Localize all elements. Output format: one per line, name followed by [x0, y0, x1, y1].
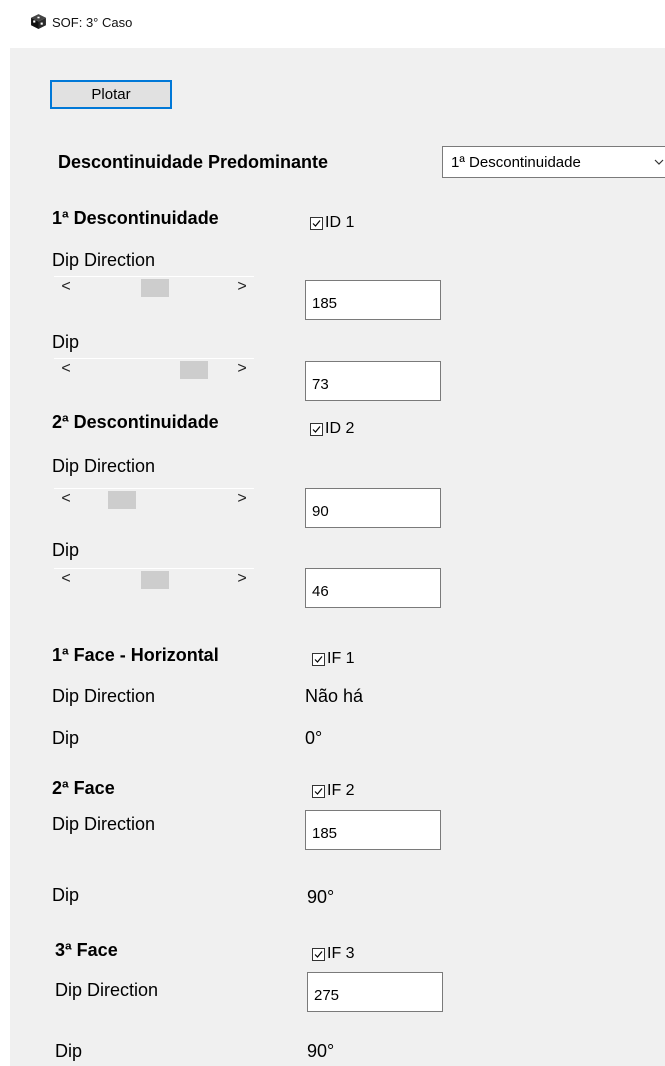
checkbox-box — [310, 216, 323, 230]
face-1-heading: 1ª Face - Horizontal — [52, 645, 219, 665]
scroll-left-icon[interactable]: < — [56, 569, 76, 589]
f3-dip-label: Dip — [55, 1041, 83, 1061]
face-3-heading: 3ª Face — [55, 940, 118, 960]
f3-dipdir-input[interactable]: 275 — [307, 972, 443, 1012]
chevron-down-icon — [654, 159, 664, 165]
check-icon — [312, 425, 321, 433]
scroll-thumb[interactable] — [179, 361, 208, 379]
f2-dipdir-input[interactable]: 185 — [305, 810, 441, 850]
if1-checkbox-label: IF 1 — [327, 650, 355, 667]
check-icon — [314, 787, 323, 795]
plot-button[interactable]: Plotar — [50, 80, 172, 109]
d2-dip-input[interactable]: 46 — [305, 568, 441, 608]
check-icon — [312, 219, 321, 227]
predominant-discontinuity-label: Descontinuidade Predominante — [58, 152, 329, 172]
check-icon — [314, 950, 323, 958]
if3-checkbox-label: IF 3 — [327, 945, 355, 962]
scroll-left-icon[interactable]: < — [56, 489, 76, 509]
f1-dip-value: 0° — [305, 728, 323, 748]
discontinuity-1-heading: 1ª Descontinuidade — [52, 208, 219, 228]
id1-checkbox-label: ID 1 — [325, 214, 355, 231]
f3-dip-value: 90° — [307, 1041, 335, 1061]
window-title: SOF: 3° Caso — [52, 15, 133, 30]
if2-checkbox[interactable]: IF 2 — [312, 782, 355, 800]
predominant-discontinuity-value: 1ª Descontinuidade — [451, 153, 581, 171]
d1-dip-label: Dip — [52, 332, 80, 352]
discontinuity-2-heading: 2ª Descontinuidade — [52, 412, 219, 432]
scroll-right-icon[interactable]: > — [232, 569, 252, 589]
scroll-right-icon[interactable]: > — [232, 489, 252, 509]
d2-dip-label: Dip — [52, 540, 80, 560]
d2-dipdir-scrollbar[interactable]: < > — [54, 488, 254, 509]
f2-dip-value: 90° — [307, 887, 335, 907]
id1-checkbox[interactable]: ID 1 — [310, 214, 354, 232]
d1-dipdir-scrollbar[interactable]: < > — [54, 276, 254, 297]
d2-dipdir-input[interactable]: 90 — [305, 488, 441, 528]
scroll-thumb[interactable] — [141, 279, 170, 297]
app-cube-icon — [31, 14, 46, 29]
f1-dipdir-label: Dip Direction — [52, 686, 156, 706]
f2-dipdir-label: Dip Direction — [52, 814, 156, 834]
d1-dip-input[interactable]: 73 — [305, 361, 441, 401]
form-client-area: Plotar Descontinuidade Predominante 1ª D… — [10, 48, 665, 1066]
f3-dipdir-label: Dip Direction — [55, 980, 159, 1000]
checkbox-box — [312, 784, 325, 798]
face-2-heading: 2ª Face — [52, 778, 115, 798]
f1-dip-label: Dip — [52, 728, 80, 748]
checkbox-box — [312, 947, 325, 961]
d1-dipdir-input[interactable]: 185 — [305, 280, 441, 320]
checkbox-box — [310, 422, 323, 436]
f2-dip-label: Dip — [52, 885, 80, 905]
scroll-thumb[interactable] — [108, 491, 136, 509]
predominant-discontinuity-select[interactable]: 1ª Descontinuidade — [442, 146, 665, 178]
scroll-thumb[interactable] — [141, 571, 170, 589]
if1-checkbox[interactable]: IF 1 — [312, 650, 355, 668]
if3-checkbox[interactable]: IF 3 — [312, 945, 355, 963]
d2-dipdir-label: Dip Direction — [52, 456, 156, 476]
scroll-left-icon[interactable]: < — [56, 277, 76, 297]
title-bar: SOF: 3° Caso — [0, 0, 665, 48]
scroll-right-icon[interactable]: > — [232, 359, 252, 379]
scroll-left-icon[interactable]: < — [56, 359, 76, 379]
scroll-right-icon[interactable]: > — [232, 277, 252, 297]
d1-dipdir-label: Dip Direction — [52, 250, 156, 270]
id2-checkbox[interactable]: ID 2 — [310, 420, 354, 438]
checkbox-box — [312, 652, 325, 666]
d2-dip-scrollbar[interactable]: < > — [54, 568, 254, 589]
f1-dipdir-value: Não há — [305, 686, 364, 706]
check-icon — [314, 655, 323, 663]
if2-checkbox-label: IF 2 — [327, 782, 355, 799]
d1-dip-scrollbar[interactable]: < > — [54, 358, 254, 379]
id2-checkbox-label: ID 2 — [325, 420, 355, 437]
